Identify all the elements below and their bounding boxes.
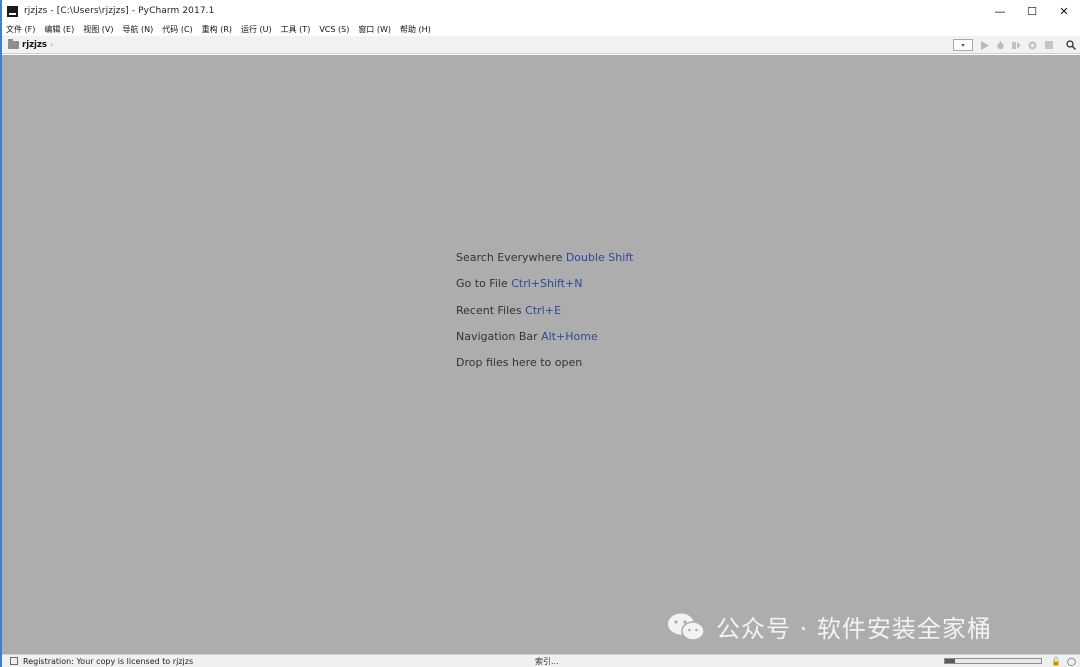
hint-go-to-file: Go to File Ctrl+Shift+N: [456, 277, 633, 303]
menu-edit[interactable]: 编辑 (E): [44, 24, 74, 35]
menu-code[interactable]: 代码 (C): [162, 24, 192, 35]
hint-label: Go to File: [456, 277, 512, 291]
menu-vcs[interactable]: VCS (S): [319, 25, 349, 34]
indexing-status: 索引...: [535, 656, 559, 667]
title-bar: rjzjzs - [C:\Users\rjzjzs] - PyCharm 201…: [2, 0, 1080, 22]
editor-hints: Search Everywhere Double Shift Go to Fil…: [456, 251, 633, 382]
chevron-down-icon: ▾: [961, 41, 965, 49]
progress-fill: [945, 659, 955, 663]
hint-drop-files: Drop files here to open: [456, 356, 633, 382]
breadcrumb-separator: ›: [49, 40, 54, 49]
hint-recent-files: Recent Files Ctrl+E: [456, 304, 633, 330]
menu-navigate[interactable]: 导航 (N): [123, 24, 154, 35]
hint-label: Drop files here to open: [456, 356, 583, 370]
window-title: rjzjzs - [C:\Users\rjzjzs] - PyCharm 201…: [24, 6, 215, 16]
status-right-icons: 🔓 ◯: [1045, 655, 1076, 667]
navigation-bar: rjzjzs › ▾: [2, 36, 1080, 54]
lock-icon[interactable]: 🔓: [1051, 657, 1061, 666]
stop-icon[interactable]: [1043, 40, 1054, 51]
indexing-progress-bar: [944, 658, 1042, 664]
hint-search-everywhere: Search Everywhere Double Shift: [456, 251, 633, 277]
close-button[interactable]: ✕: [1048, 0, 1080, 22]
run-toolbar: ▾: [953, 36, 1076, 54]
menu-bar: 文件 (F) 编辑 (E) 视图 (V) 导航 (N) 代码 (C) 重构 (R…: [2, 22, 1080, 36]
window-controls: — ☐ ✕: [984, 0, 1080, 22]
status-message: Registration: Your copy is licensed to r…: [23, 656, 194, 666]
watermark: 公众号 · 软件安装全家桶: [666, 609, 992, 644]
inspector-icon[interactable]: ◯: [1067, 657, 1076, 666]
menu-window[interactable]: 窗口 (W): [358, 24, 391, 35]
wechat-icon: [668, 613, 705, 641]
menu-run[interactable]: 运行 (U): [241, 24, 272, 35]
pycharm-app-icon: [7, 5, 18, 17]
hint-shortcut: Double Shift: [565, 251, 634, 264]
pycharm-window: rjzjzs - [C:\Users\rjzjzs] - PyCharm 201…: [0, 0, 1080, 667]
editor-empty-area[interactable]: Search Everywhere Double Shift Go to Fil…: [2, 55, 1080, 654]
hint-navigation-bar: Navigation Bar Alt+Home: [456, 330, 633, 356]
coverage-icon[interactable]: [1011, 40, 1022, 51]
breadcrumb-project[interactable]: rjzjzs: [22, 40, 47, 50]
profile-icon[interactable]: [1027, 40, 1038, 51]
indexing-text: 索引...: [535, 657, 559, 666]
menu-view[interactable]: 视图 (V): [83, 24, 113, 35]
folder-icon: [8, 38, 19, 49]
menu-help[interactable]: 帮助 (H): [400, 24, 431, 35]
run-icon[interactable]: [979, 40, 990, 51]
menu-file[interactable]: 文件 (F): [6, 24, 35, 35]
hint-shortcut: Ctrl+Shift+N: [511, 277, 583, 291]
run-configuration-dropdown[interactable]: ▾: [953, 39, 973, 51]
hint-label: Recent Files: [456, 303, 526, 317]
minimize-button[interactable]: —: [984, 0, 1016, 22]
hint-label: Navigation Bar: [456, 329, 542, 343]
search-icon[interactable]: [1065, 40, 1076, 51]
watermark-text: 公众号 · 软件安装全家桶: [716, 615, 992, 643]
debug-icon[interactable]: [995, 40, 1006, 51]
hint-label: Search Everywhere: [456, 251, 566, 264]
menu-tools[interactable]: 工具 (T): [281, 24, 311, 35]
tool-windows-icon[interactable]: [10, 657, 18, 665]
maximize-button[interactable]: ☐: [1016, 0, 1048, 22]
hint-shortcut: Alt+Home: [541, 329, 598, 343]
hint-shortcut: Ctrl+E: [525, 303, 561, 317]
menu-refactor[interactable]: 重构 (R): [202, 24, 232, 35]
status-bar: Registration: Your copy is licensed to r…: [2, 654, 1080, 667]
